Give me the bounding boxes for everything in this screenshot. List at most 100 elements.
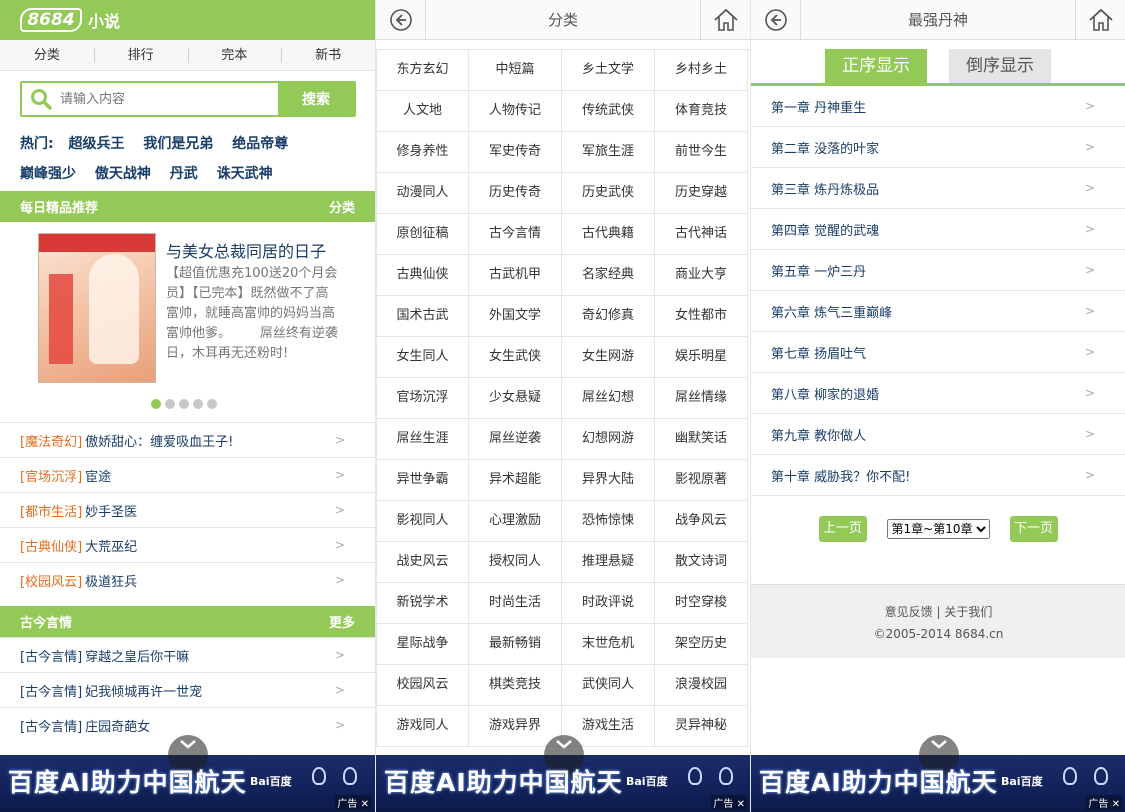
featured-title[interactable]: 与美女总裁同居的日子 <box>166 238 326 262</box>
prev-page-button[interactable]: 上一页 <box>818 516 867 542</box>
item-title[interactable]: 庄园奇葩女 <box>85 716 335 735</box>
section-more-link[interactable]: 分类 <box>329 197 355 216</box>
list-item[interactable]: [官场沉浮] 宦途 > <box>0 457 375 492</box>
book-cover[interactable] <box>38 233 156 383</box>
chapter-title[interactable]: 第一章 丹神重生 <box>771 97 1085 116</box>
category-item[interactable]: 军史传奇 <box>469 132 562 173</box>
category-item[interactable]: 乡村乡土 <box>655 50 748 91</box>
chapter-title[interactable]: 第十章 威胁我？你不配! <box>771 466 1085 485</box>
home-button[interactable] <box>700 0 750 40</box>
category-item[interactable]: 军旅生涯 <box>562 132 655 173</box>
category-item[interactable]: 古代神话 <box>655 214 748 255</box>
featured-book[interactable]: 与美女总裁同居的日子 【超值优惠充100送20个月会员】【已完本】既然做不了高富… <box>0 222 375 422</box>
category-item[interactable]: 心理激励 <box>469 501 562 542</box>
list-item[interactable]: [校园风云] 极道狂兵 > <box>0 562 375 597</box>
chapter-row[interactable]: 第六章 炼气三重巅峰 > <box>751 291 1125 332</box>
chapter-row[interactable]: 第八章 柳家的退婚 > <box>751 373 1125 414</box>
hot-link[interactable]: 我们是兄弟 <box>143 136 213 152</box>
ad-label[interactable]: 广告 ✕ <box>335 795 371 810</box>
carousel-dot[interactable] <box>165 399 175 409</box>
category-item[interactable]: 名家经典 <box>562 255 655 296</box>
chapter-title[interactable]: 第五章 一炉三丹 <box>771 261 1085 280</box>
category-item[interactable]: 少女悬疑 <box>469 378 562 419</box>
category-item[interactable]: 末世危机 <box>562 624 655 665</box>
category-item[interactable]: 奇幻修真 <box>562 296 655 337</box>
category-item[interactable]: 屌丝逆袭 <box>469 419 562 460</box>
about-link[interactable]: 关于我们 <box>944 605 992 619</box>
home-button[interactable] <box>1075 0 1125 40</box>
category-item[interactable]: 架空历史 <box>655 624 748 665</box>
category-item[interactable]: 娱乐明星 <box>655 337 748 378</box>
category-item[interactable]: 影视原著 <box>655 460 748 501</box>
category-item[interactable]: 原创征稿 <box>376 214 469 255</box>
category-item[interactable]: 异界大陆 <box>562 460 655 501</box>
item-title[interactable]: 傲娇甜心：缠爱吸血王子! <box>85 431 335 450</box>
category-item[interactable]: 女性都市 <box>655 296 748 337</box>
ad-label[interactable]: 广告 ✕ <box>1086 795 1122 810</box>
chapter-row[interactable]: 第二章 没落的叶家 > <box>751 127 1125 168</box>
page-select[interactable]: 第1章~第10章 <box>886 519 990 539</box>
category-item[interactable]: 星际战争 <box>376 624 469 665</box>
item-title[interactable]: 妃我倾城再许一世宠 <box>85 681 335 700</box>
category-item[interactable]: 异术超能 <box>469 460 562 501</box>
tab-ascending[interactable]: 正序显示 <box>825 49 927 83</box>
category-item[interactable]: 官场沉浮 <box>376 378 469 419</box>
chapter-row[interactable]: 第五章 一炉三丹 > <box>751 250 1125 291</box>
category-item[interactable]: 时空穿梭 <box>655 583 748 624</box>
category-item[interactable]: 游戏同人 <box>376 706 469 747</box>
feedback-link[interactable]: 意见反馈 <box>885 605 933 619</box>
ad-label[interactable]: 广告 ✕ <box>711 795 747 810</box>
category-item[interactable]: 古典仙侠 <box>376 255 469 296</box>
tab-descending[interactable]: 倒序显示 <box>949 49 1051 83</box>
section-more-link[interactable]: 更多 <box>329 612 355 631</box>
item-title[interactable]: 宦途 <box>85 466 335 485</box>
category-item[interactable]: 影视同人 <box>376 501 469 542</box>
item-title[interactable]: 穿越之皇后你干嘛 <box>85 646 335 665</box>
ad-close-icon[interactable]: ✕ <box>737 799 745 810</box>
category-item[interactable]: 中短篇 <box>469 50 562 91</box>
ad-banner[interactable]: 百度AI助力中国航天 Bai百度 广告 ✕ <box>751 735 1125 812</box>
hot-link[interactable]: 超级兵王 <box>68 136 124 152</box>
category-item[interactable]: 历史穿越 <box>655 173 748 214</box>
category-item[interactable]: 历史武侠 <box>562 173 655 214</box>
ad-close-icon[interactable]: ✕ <box>1112 799 1120 810</box>
category-item[interactable]: 时尚生活 <box>469 583 562 624</box>
list-item[interactable]: [魔法奇幻] 傲娇甜心：缠爱吸血王子! > <box>0 422 375 457</box>
nav-new-books[interactable]: 新书 <box>281 40 375 70</box>
category-item[interactable]: 幽默笑话 <box>655 419 748 460</box>
category-item[interactable]: 战史风云 <box>376 542 469 583</box>
category-item[interactable]: 古武机甲 <box>469 255 562 296</box>
category-item[interactable]: 幻想网游 <box>562 419 655 460</box>
chapter-row[interactable]: 第十章 威胁我？你不配! > <box>751 455 1125 496</box>
chapter-title[interactable]: 第七章 扬眉吐气 <box>771 343 1085 362</box>
category-item[interactable]: 乡土文学 <box>562 50 655 91</box>
hot-link[interactable]: 傲天战神 <box>95 166 151 182</box>
category-item[interactable]: 外国文学 <box>469 296 562 337</box>
category-item[interactable]: 屌丝情缘 <box>655 378 748 419</box>
category-item[interactable]: 武侠同人 <box>562 665 655 706</box>
nav-finished[interactable]: 完本 <box>187 40 282 70</box>
carousel-dot[interactable] <box>151 399 161 409</box>
hot-link[interactable]: 诛天武神 <box>217 166 273 182</box>
category-item[interactable]: 动漫同人 <box>376 173 469 214</box>
category-item[interactable]: 女生网游 <box>562 337 655 378</box>
category-item[interactable]: 战争风云 <box>655 501 748 542</box>
chapter-title[interactable]: 第八章 柳家的退婚 <box>771 384 1085 403</box>
chapter-title[interactable]: 第二章 没落的叶家 <box>771 138 1085 157</box>
list-item[interactable]: [古典仙侠] 大荒巫纪 > <box>0 527 375 562</box>
category-item[interactable]: 校园风云 <box>376 665 469 706</box>
category-item[interactable]: 新锐学术 <box>376 583 469 624</box>
item-title[interactable]: 大荒巫纪 <box>85 536 335 555</box>
ad-close-icon[interactable]: ✕ <box>361 799 369 810</box>
category-item[interactable]: 商业大亨 <box>655 255 748 296</box>
category-item[interactable]: 体育竞技 <box>655 91 748 132</box>
chapter-title[interactable]: 第四章 觉醒的武魂 <box>771 220 1085 239</box>
category-item[interactable]: 古代典籍 <box>562 214 655 255</box>
nav-category[interactable]: 分类 <box>0 40 94 70</box>
item-title[interactable]: 极道狂兵 <box>85 571 335 590</box>
chapter-row[interactable]: 第三章 炼丹炼极品 > <box>751 168 1125 209</box>
chapter-row[interactable]: 第四章 觉醒的武魂 > <box>751 209 1125 250</box>
category-item[interactable]: 前世今生 <box>655 132 748 173</box>
nav-ranking[interactable]: 排行 <box>93 40 188 70</box>
search-button[interactable]: 搜索 <box>278 83 354 115</box>
